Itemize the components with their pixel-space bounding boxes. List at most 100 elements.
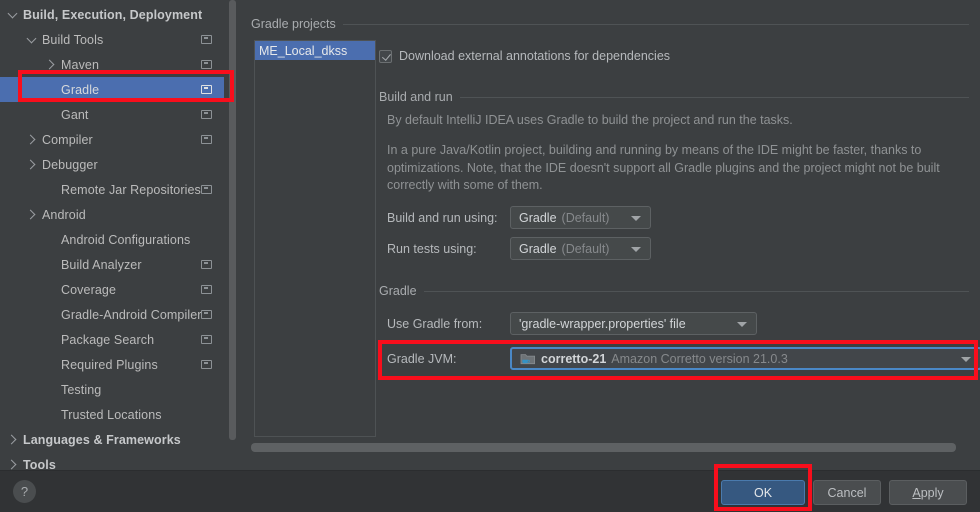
project-level-settings-icon <box>201 84 212 94</box>
sidebar-item-label: Compiler <box>42 132 93 147</box>
project-level-settings-icon <box>201 309 212 319</box>
sidebar-item-label: Android Configurations <box>61 232 191 247</box>
cancel-button[interactable]: Cancel <box>813 480 881 505</box>
build-run-paragraph-1: By default IntelliJ IDEA uses Gradle to … <box>387 113 793 127</box>
sidebar-item-trusted-locations[interactable]: Trusted Locations <box>0 402 224 427</box>
sidebar-item-gant[interactable]: Gant <box>0 102 224 127</box>
chevron-down-icon[interactable] <box>25 33 38 46</box>
build-run-paragraph-2: In a pure Java/Kotlin project, building … <box>387 143 940 192</box>
sidebar-item-gradle-android-compiler[interactable]: Gradle-Android Compiler <box>0 302 224 327</box>
section-divider-line <box>423 290 969 292</box>
sidebar-item-tools[interactable]: Tools <box>0 452 224 471</box>
settings-dialog: Build, Execution, Deployment Build Tools M… <box>0 0 980 512</box>
download-annotations-row[interactable]: Download external annotations for depend… <box>379 49 670 63</box>
sidebar-item-label: Trusted Locations <box>61 407 162 422</box>
sidebar-item-build-execution-deployment[interactable]: Build, Execution, Deployment <box>0 2 224 27</box>
sidebar-item-label: Required Plugins <box>61 357 158 372</box>
sidebar-item-required-plugins[interactable]: Required Plugins <box>0 352 224 377</box>
dialog-body: Build, Execution, Deployment Build Tools M… <box>0 0 980 470</box>
section-title-text: Gradle projects <box>251 17 336 31</box>
chevron-right-icon[interactable] <box>25 158 38 171</box>
sidebar-scrollbar-thumb[interactable] <box>229 0 236 440</box>
run-tests-using-row[interactable]: Run tests using: Gradle (Default) <box>387 237 651 260</box>
chevron-down-icon[interactable] <box>6 8 19 21</box>
use-gradle-from-row[interactable]: Use Gradle from: 'gradle-wrapper.propert… <box>387 312 757 335</box>
sidebar-item-package-search[interactable]: Package Search <box>0 327 224 352</box>
project-level-settings-icon <box>201 34 212 44</box>
sidebar-item-android[interactable]: Android <box>0 202 224 227</box>
sidebar-item-compiler[interactable]: Compiler <box>0 127 224 152</box>
sidebar-item-maven[interactable]: Maven <box>0 52 224 77</box>
sidebar-item-label: Languages & Frameworks <box>23 432 181 447</box>
section-divider-line <box>459 96 969 98</box>
sidebar-item-label: Build, Execution, Deployment <box>23 7 203 22</box>
section-title-text: Build and run <box>379 90 453 104</box>
sidebar-item-label: Android <box>42 207 86 222</box>
combobox-value: 'gradle-wrapper.properties' file <box>519 316 686 331</box>
build-and-run-using-label: Build and run using: <box>387 210 498 225</box>
combobox-value-suffix: (Default) <box>561 241 610 256</box>
sidebar-item-label: Build Analyzer <box>61 257 142 272</box>
apply-mnemonic-letter: A <box>912 485 921 500</box>
combobox-value: corretto-21 <box>541 351 607 366</box>
project-level-settings-icon <box>201 259 212 269</box>
sidebar-item-label: Remote Jar Repositories <box>61 182 201 197</box>
project-level-settings-icon <box>201 284 212 294</box>
sidebar-item-label: Coverage <box>61 282 116 297</box>
settings-tree-sidebar[interactable]: Build, Execution, Deployment Build Tools M… <box>0 0 238 470</box>
sidebar-item-label: Package Search <box>61 332 155 347</box>
help-button[interactable]: ? <box>13 480 36 503</box>
project-level-settings-icon <box>201 184 212 194</box>
apply-button[interactable]: Apply <box>889 480 967 505</box>
settings-content-pane: Gradle projects ME_Local_dkss Download e… <box>238 0 980 470</box>
section-divider-line <box>342 23 969 25</box>
chevron-down-icon <box>961 356 971 362</box>
list-item[interactable]: ME_Local_dkss <box>255 41 375 60</box>
chevron-right-icon[interactable] <box>44 58 57 71</box>
combobox-value-suffix: (Default) <box>561 210 610 225</box>
use-gradle-from-combobox[interactable]: 'gradle-wrapper.properties' file <box>510 312 757 335</box>
section-header-build-and-run: Build and run <box>379 90 969 104</box>
chevron-right-icon[interactable] <box>6 433 19 446</box>
sidebar-item-build-tools[interactable]: Build Tools <box>0 27 224 52</box>
dialog-footer: ? OK Cancel Apply <box>0 470 980 512</box>
content-hscrollbar-thumb[interactable] <box>251 443 956 452</box>
gradle-project-list[interactable]: ME_Local_dkss <box>254 40 376 437</box>
use-gradle-from-label: Use Gradle from: <box>387 316 483 331</box>
project-level-settings-icon <box>201 59 212 69</box>
sidebar-item-build-analyzer[interactable]: Build Analyzer <box>0 252 224 277</box>
section-title-text: Gradle <box>379 284 417 298</box>
sidebar-item-label: Debugger <box>42 157 98 172</box>
chevron-right-icon[interactable] <box>25 133 38 146</box>
project-level-settings-icon <box>201 359 212 369</box>
sidebar-item-languages-frameworks[interactable]: Languages & Frameworks <box>0 427 224 452</box>
sidebar-item-testing[interactable]: Testing <box>0 377 224 402</box>
sidebar-item-label: Gant <box>61 107 89 122</box>
download-annotations-checkbox[interactable] <box>379 49 392 63</box>
sidebar-item-label: Gradle <box>61 82 100 97</box>
gradle-jvm-combobox[interactable]: corretto-21 Amazon Corretto version 21.0… <box>510 347 980 370</box>
gradle-jvm-row[interactable]: Gradle JVM: corretto-21 Amazon Corretto … <box>387 347 980 370</box>
build-and-run-using-row[interactable]: Build and run using: Gradle (Default) <box>387 206 651 229</box>
ok-button[interactable]: OK <box>721 480 805 505</box>
combobox-value-suffix: Amazon Corretto version 21.0.3 <box>611 351 788 366</box>
chevron-down-icon <box>631 246 641 252</box>
sidebar-item-label: Tools <box>23 457 56 471</box>
chevron-right-icon[interactable] <box>25 208 38 221</box>
section-header-gradle: Gradle <box>379 284 969 298</box>
sidebar-item-debugger[interactable]: Debugger <box>0 152 224 177</box>
apply-label-rest: pply <box>920 485 944 500</box>
sidebar-item-android-configurations[interactable]: Android Configurations <box>0 227 224 252</box>
chevron-down-icon <box>737 321 747 327</box>
sidebar-item-remote-jar-repositories[interactable]: Remote Jar Repositories <box>0 177 224 202</box>
sidebar-item-gradle[interactable]: Gradle <box>0 77 224 102</box>
combobox-value: Gradle <box>519 241 557 256</box>
jdk-folder-coffee-icon <box>520 352 536 366</box>
run-tests-using-combobox[interactable]: Gradle (Default) <box>510 237 651 260</box>
sidebar-item-coverage[interactable]: Coverage <box>0 277 224 302</box>
project-level-settings-icon <box>201 334 212 344</box>
build-and-run-using-combobox[interactable]: Gradle (Default) <box>510 206 651 229</box>
project-level-settings-icon <box>201 134 212 144</box>
chevron-down-icon <box>631 215 641 221</box>
chevron-right-icon[interactable] <box>6 458 19 470</box>
